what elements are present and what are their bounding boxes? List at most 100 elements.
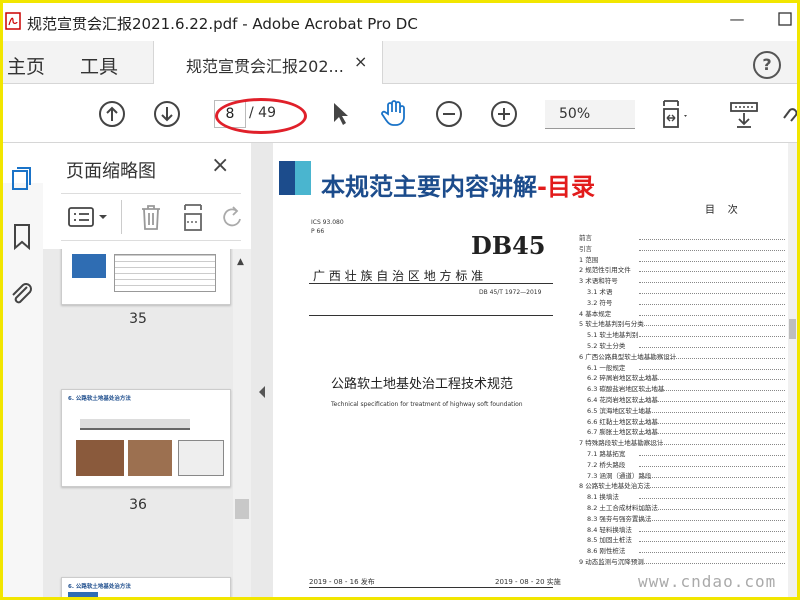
toc-row: 6.5 滨海地区软土地基 xyxy=(579,406,788,416)
toc-leader-dots xyxy=(639,444,785,446)
toc-leader-dots xyxy=(639,411,785,413)
print-icon[interactable] xyxy=(728,100,760,130)
toc-leader-dots xyxy=(639,530,785,532)
toc-row: 5 软土地基判别与分类 xyxy=(579,319,788,329)
toc-row-text: 引言 xyxy=(579,244,592,253)
hand-icon[interactable] xyxy=(379,98,409,128)
scroll-thumb[interactable] xyxy=(789,319,796,339)
toc-row: 8.6 刚性桩法 xyxy=(579,546,788,556)
toc-row-text: 7.3 涵洞（通道）路段 xyxy=(587,471,652,480)
toc-row: 6.4 花岗岩地区软土地基 xyxy=(579,395,788,405)
toc-row: 8.1 换填法 xyxy=(579,492,788,502)
thumb-heading: 6. 公路软土地基处治方法 xyxy=(68,584,131,590)
toc-leader-dots xyxy=(639,314,785,316)
toc-row-text: 7.2 桥头路段 xyxy=(587,460,626,469)
toc-row: 1 范围 xyxy=(579,255,788,265)
toc-row-text: 4 基本规定 xyxy=(579,309,612,318)
rule-line xyxy=(309,283,553,284)
toc-leader-dots xyxy=(639,260,785,262)
arrow-down-icon[interactable] xyxy=(153,100,181,128)
thumbnail-page[interactable]: 6. 公路软土地基处治方法 xyxy=(61,577,231,597)
thumbnail-scrollbar[interactable]: ▲ xyxy=(233,249,251,597)
toc-heading: 目 次 xyxy=(705,205,738,216)
thumbnail-page[interactable] xyxy=(61,249,231,305)
close-tab-icon[interactable]: × xyxy=(354,52,367,71)
toc-row: 3.2 符号 xyxy=(579,298,788,308)
toc-row-text: 6.6 红黏土地区软土地基 xyxy=(587,417,658,426)
toc-leader-dots xyxy=(639,433,785,435)
watermark: www.cndao.com xyxy=(638,572,777,591)
toc-leader-dots xyxy=(639,271,785,273)
standard-title-cn: 公路软土地基处治工程技术规范 xyxy=(331,377,514,392)
tab-document-label: 规范宣贯会汇报202... xyxy=(186,57,344,76)
ics-code: ICS 93.080 xyxy=(311,219,344,226)
toc-row: 7.2 桥头路段 xyxy=(579,460,788,470)
toc-leader-dots xyxy=(639,239,785,240)
panel-tools xyxy=(61,193,241,241)
pages-icon[interactable] xyxy=(9,165,35,193)
toc-row-text: 6.2 碎屑岩地区软土地基 xyxy=(587,374,658,383)
trash-icon[interactable] xyxy=(139,202,163,232)
toc-row: 7.3 涵洞（通道）路段 xyxy=(579,471,788,481)
link-icon[interactable] xyxy=(778,102,798,128)
options-menu-icon[interactable] xyxy=(67,205,111,229)
toc-row-text: 8 公路软土地基处治方法 xyxy=(579,482,651,491)
toc-leader-dots xyxy=(639,487,785,489)
thumbnail-list: 35 6. 公路软土地基处治方法 36 6. 公路软土地基处治方法 xyxy=(43,249,233,597)
toc-row-text: 5.2 软土分类 xyxy=(587,342,626,350)
rotate-icon[interactable] xyxy=(221,203,243,231)
minimize-button[interactable]: — xyxy=(725,7,749,31)
rule-line xyxy=(309,587,553,588)
toc-row: 引言 xyxy=(579,244,788,254)
scroll-up-icon[interactable]: ▲ xyxy=(237,257,244,267)
scroll-thumb[interactable] xyxy=(235,499,249,519)
annotation-ellipse xyxy=(215,98,307,134)
cursor-icon[interactable] xyxy=(329,100,351,128)
toc-row: 6.2 碎屑岩地区软土地基 xyxy=(579,373,788,383)
window-title: 规范宣贯会汇报2021.6.22.pdf - Adobe Acrobat Pro… xyxy=(27,15,418,33)
document-scrollbar[interactable] xyxy=(788,143,797,597)
toc-leader-dots xyxy=(639,390,785,392)
tab-document[interactable]: 规范宣贯会汇报202... × xyxy=(153,41,383,84)
maximize-button[interactable] xyxy=(773,7,797,31)
document-view[interactable]: 本规范主要内容讲解-目录 ICS 93.080 P 66 DB45 广 西 壮 … xyxy=(273,143,788,597)
close-panel-icon[interactable]: × xyxy=(211,153,229,178)
standard-number: DB 45/T 1972—2019 xyxy=(479,289,542,296)
toc-leader-dots xyxy=(639,465,785,467)
toc-row: 2 规范性引用文件 xyxy=(579,265,788,275)
toc-leader-dots xyxy=(639,563,785,564)
thumbnails-panel: 页面缩略图 × 35 6. 公路软土地基处治方法 36 6. 公路软土地基处治方… xyxy=(43,143,252,597)
slide-title-accent: -目录 xyxy=(537,173,595,201)
zoom-in-icon[interactable] xyxy=(490,100,518,128)
zoom-out-icon[interactable] xyxy=(435,100,463,128)
toc-row-text: 6.5 滨海地区软土地基 xyxy=(587,406,652,415)
toc-row: 6 广西公路典型软土地基勘察设计 xyxy=(579,352,788,362)
arrow-up-icon[interactable] xyxy=(98,100,126,128)
toc-row-text: 7.1 路基拓宽 xyxy=(587,450,626,458)
toc-leader-dots xyxy=(639,476,785,478)
left-navigation xyxy=(3,143,44,597)
standard-logo: DB45 xyxy=(471,231,546,260)
toc-row-text: 2 规范性引用文件 xyxy=(579,266,631,275)
tab-home[interactable]: 主页 xyxy=(7,52,45,79)
tab-tools[interactable]: 工具 xyxy=(80,52,118,79)
toc-row-text: 6.4 花岗岩地区软土地基 xyxy=(587,396,658,404)
toc-row-text: 8.5 加固土桩法 xyxy=(587,536,632,545)
help-icon[interactable]: ? xyxy=(753,51,781,79)
thumb-table xyxy=(114,254,216,292)
toc-row-text: 9 动态监测与沉降预测 xyxy=(579,558,644,566)
bookmark-icon[interactable] xyxy=(12,223,32,251)
toc-leader-dots xyxy=(639,455,785,456)
panel-collapse-strip[interactable] xyxy=(251,143,274,597)
thumbnail-page[interactable]: 6. 公路软土地基处治方法 xyxy=(61,389,231,487)
toc-row: 6.3 碳酸盐岩地区软土地基 xyxy=(579,384,788,394)
divider xyxy=(121,200,122,234)
thumb-block xyxy=(68,592,98,597)
effective-date: 2019 - 08 - 20 实施 xyxy=(495,578,561,586)
issue-date: 2019 - 08 - 16 发布 xyxy=(309,578,375,586)
zoom-level-select[interactable]: 50% xyxy=(545,100,635,129)
extract-page-icon[interactable] xyxy=(181,202,207,232)
fit-page-icon[interactable] xyxy=(660,98,690,130)
collapse-arrow-icon[interactable] xyxy=(257,385,267,399)
attachment-icon[interactable] xyxy=(9,281,35,309)
